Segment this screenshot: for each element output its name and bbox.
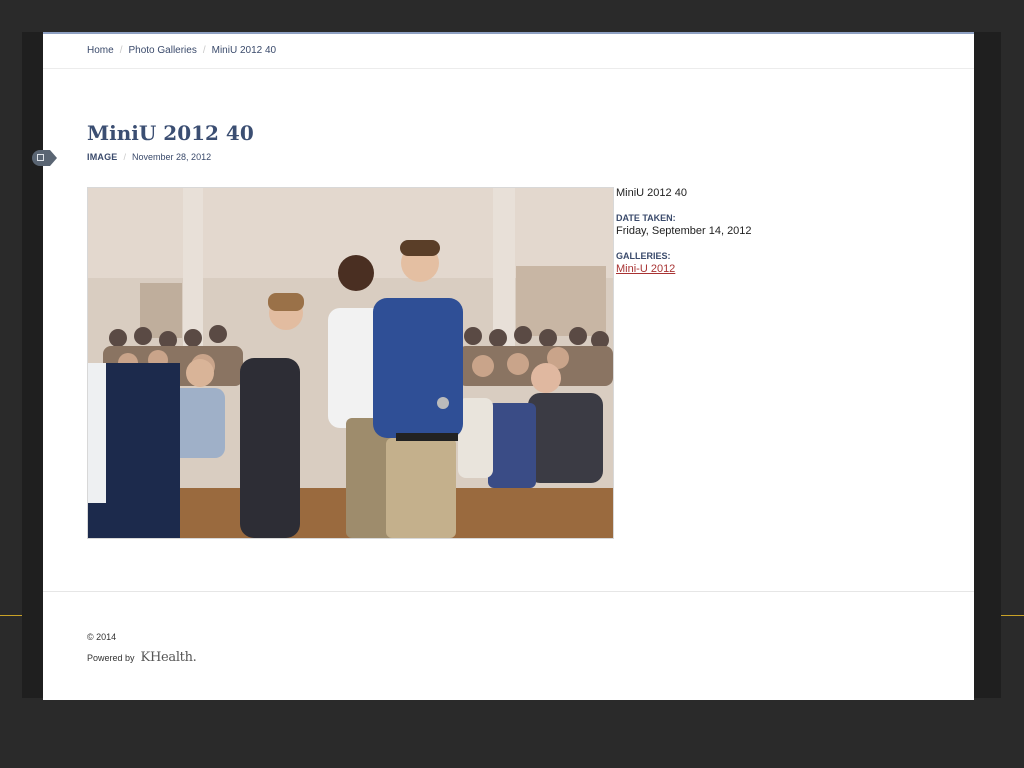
date-taken-value: Friday, September 14, 2012 (616, 225, 752, 237)
breadcrumb-separator: / (119, 45, 123, 56)
post-type-label: IMAGE (87, 152, 118, 162)
post-meta: IMAGE / November 28, 2012 (87, 152, 211, 162)
brand-logo[interactable]: KHealth. (141, 650, 197, 665)
image-type-icon (32, 150, 57, 166)
photo-image (88, 188, 613, 538)
breadcrumb-home-link[interactable]: Home (87, 45, 114, 56)
web-page: Home / Photo Galleries / MiniU 2012 40 M… (32, 32, 974, 700)
copyright-text: © 2014 (87, 632, 117, 642)
accent-line-right (1001, 615, 1024, 616)
meta-separator: / (123, 152, 127, 162)
photo-title: MiniU 2012 40 (616, 187, 687, 199)
accent-line-left (0, 615, 22, 616)
date-taken-label: DATE TAKEN: (616, 213, 676, 223)
post-date: November 28, 2012 (132, 152, 212, 162)
powered-by: Powered by KHealth. (87, 650, 197, 665)
breadcrumb-photo-galleries-link[interactable]: Photo Galleries (128, 45, 196, 56)
gallery-photo[interactable] (87, 187, 614, 539)
breadcrumb-current: MiniU 2012 40 (211, 45, 277, 56)
photo-details: MiniU 2012 40 DATE TAKEN: Friday, Septem… (616, 187, 752, 289)
page-title: MiniU 2012 40 (87, 121, 254, 146)
powered-by-label: Powered by (87, 652, 135, 663)
footer-divider (43, 591, 974, 592)
photo-icon (37, 154, 44, 161)
breadcrumb-separator: / (202, 45, 206, 56)
breadcrumb: Home / Photo Galleries / MiniU 2012 40 (87, 45, 276, 56)
gallery-link[interactable]: Mini-U 2012 (616, 263, 675, 275)
header-divider (43, 68, 974, 69)
galleries-label: GALLERIES: (616, 251, 671, 261)
